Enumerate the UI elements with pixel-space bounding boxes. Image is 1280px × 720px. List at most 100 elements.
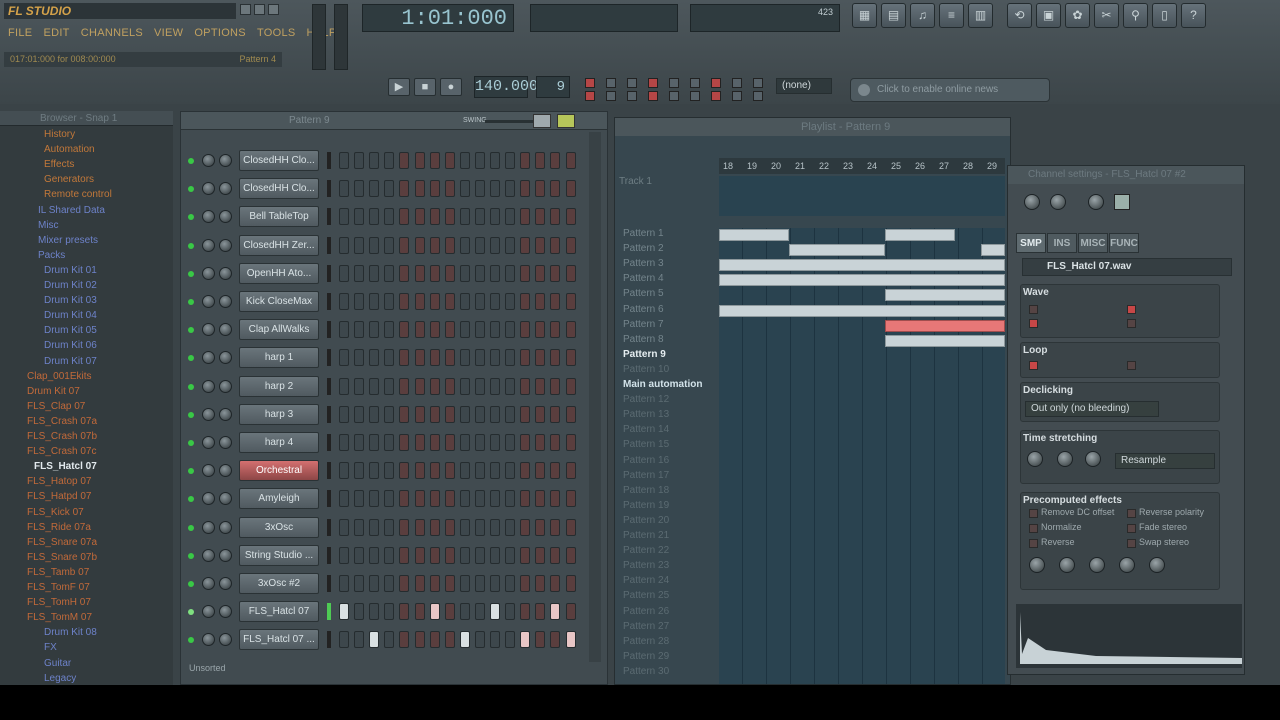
- step-button[interactable]: [354, 264, 365, 282]
- step-button[interactable]: [474, 631, 485, 649]
- rack-scrollbar[interactable]: [589, 132, 601, 662]
- step-button[interactable]: [399, 603, 410, 621]
- step-button[interactable]: [444, 208, 455, 226]
- step-button[interactable]: [520, 462, 531, 480]
- step-button[interactable]: [399, 631, 410, 649]
- step-button[interactable]: [474, 321, 485, 339]
- declicking-select[interactable]: Out only (no bleeding): [1025, 401, 1159, 417]
- toolbar-icon-12[interactable]: ?: [1181, 3, 1206, 28]
- step-button[interactable]: [490, 349, 500, 367]
- fx-checkbox[interactable]: [1029, 509, 1038, 518]
- pattern-name[interactable]: Pattern 2: [623, 243, 664, 254]
- step-button[interactable]: [399, 575, 410, 592]
- pattern-name[interactable]: Pattern 12: [623, 394, 669, 405]
- browser-item[interactable]: FLS_Snare 07b: [27, 552, 97, 563]
- browser-item[interactable]: FLS_Crash 07a: [27, 416, 97, 427]
- pattern-name[interactable]: Pattern 14: [623, 424, 669, 435]
- fx-checkbox[interactable]: [1127, 509, 1136, 518]
- menu-item-edit[interactable]: EDIT: [43, 27, 69, 43]
- toggle-icon-2[interactable]: [606, 78, 616, 88]
- step-button[interactable]: [399, 180, 410, 198]
- channel-select-indicator[interactable]: [327, 152, 331, 169]
- step-button[interactable]: [384, 490, 395, 508]
- channel-select-indicator[interactable]: [327, 518, 331, 536]
- toggle-icon-7[interactable]: [711, 78, 721, 88]
- browser-item[interactable]: Drum Kit 06: [44, 340, 97, 351]
- step-button[interactable]: [459, 405, 470, 423]
- step-button[interactable]: [535, 152, 546, 169]
- snap-select[interactable]: (none): [776, 78, 832, 94]
- pattern-name[interactable]: Pattern 17: [623, 470, 669, 481]
- step-button[interactable]: [459, 490, 470, 508]
- step-button[interactable]: [369, 321, 380, 339]
- pattern-name[interactable]: Pattern 15: [623, 439, 669, 450]
- step-button[interactable]: [354, 518, 365, 536]
- channel-pan-knob[interactable]: [202, 266, 215, 280]
- channel-volume-knob[interactable]: [219, 464, 232, 478]
- step-button[interactable]: [354, 462, 365, 480]
- step-button[interactable]: [369, 152, 380, 169]
- browser-item[interactable]: Remote control: [44, 189, 112, 200]
- step-button[interactable]: [444, 518, 455, 536]
- channel-volume-knob[interactable]: [219, 210, 232, 224]
- step-button[interactable]: [384, 603, 395, 621]
- step-button[interactable]: [459, 236, 470, 254]
- toggle-icon-13[interactable]: [648, 91, 658, 101]
- browser-item[interactable]: Clap_001Ekits: [27, 371, 91, 382]
- channel-pan-knob[interactable]: [202, 351, 215, 365]
- channel-volume-knob[interactable]: [219, 266, 232, 280]
- step-button[interactable]: [399, 405, 410, 423]
- step-button[interactable]: [444, 490, 455, 508]
- pattern-name[interactable]: Main automation: [623, 379, 702, 390]
- fx-knob[interactable]: [1089, 557, 1105, 573]
- step-button[interactable]: [505, 349, 516, 367]
- wave-checkbox-3[interactable]: [1127, 305, 1136, 314]
- minimize-button[interactable]: [240, 4, 251, 15]
- channel-volume-knob[interactable]: [219, 548, 232, 562]
- step-button[interactable]: [474, 575, 485, 592]
- pattern-name[interactable]: Pattern 21: [623, 530, 669, 541]
- step-button[interactable]: [535, 518, 546, 536]
- step-button[interactable]: [550, 490, 561, 508]
- step-button[interactable]: [399, 377, 410, 395]
- step-button[interactable]: [384, 434, 395, 451]
- play-button[interactable]: ▶: [388, 78, 410, 96]
- step-button[interactable]: [565, 462, 576, 480]
- step-button[interactable]: [384, 518, 395, 536]
- pattern-name[interactable]: Pattern 24: [623, 575, 669, 586]
- step-button[interactable]: [550, 434, 561, 451]
- pattern-clip[interactable]: [885, 319, 1005, 332]
- step-button[interactable]: [429, 321, 440, 339]
- browser-item[interactable]: Drum Kit 07: [44, 356, 97, 367]
- sample-file-field[interactable]: FLS_Hatcl 07.wav: [1022, 258, 1232, 276]
- step-button[interactable]: [505, 603, 516, 621]
- step-button[interactable]: [565, 405, 576, 423]
- step-button[interactable]: [429, 180, 440, 198]
- toggle-icon-5[interactable]: [669, 78, 679, 88]
- toolbar-icon-11[interactable]: ▯: [1152, 3, 1177, 28]
- step-button[interactable]: [505, 293, 516, 310]
- step-button[interactable]: [429, 293, 440, 310]
- step-button[interactable]: [399, 293, 410, 310]
- step-button[interactable]: [520, 518, 531, 536]
- step-button[interactable]: [505, 208, 516, 226]
- step-button[interactable]: [354, 434, 365, 451]
- step-button[interactable]: [490, 546, 500, 564]
- browser-item[interactable]: Drum Kit 03: [44, 295, 97, 306]
- step-button[interactable]: [474, 208, 485, 226]
- step-button[interactable]: [354, 236, 365, 254]
- browser-item[interactable]: FLS_Kick 07: [27, 507, 84, 518]
- channel-select-indicator[interactable]: [327, 180, 331, 198]
- step-button[interactable]: [384, 349, 395, 367]
- channel-pan-knob[interactable]: [202, 464, 215, 478]
- step-button[interactable]: [354, 546, 365, 564]
- master-pitch-slider[interactable]: [334, 4, 348, 70]
- time-display[interactable]: 1:01:000: [362, 4, 514, 32]
- step-button[interactable]: [429, 546, 440, 564]
- step-button[interactable]: [520, 293, 531, 310]
- step-button[interactable]: [369, 293, 380, 310]
- pattern-name[interactable]: Pattern 29: [623, 651, 669, 662]
- pattern-name[interactable]: Pattern 22: [623, 545, 669, 556]
- step-button[interactable]: [520, 575, 531, 592]
- step-button[interactable]: [474, 546, 485, 564]
